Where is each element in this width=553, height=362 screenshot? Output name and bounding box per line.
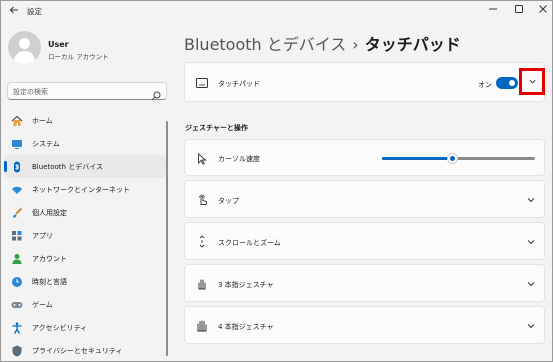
three-finger-card[interactable]: 3 本指ジェスチャ xyxy=(184,264,545,302)
search-box[interactable] xyxy=(7,82,167,101)
app-title: 設定 xyxy=(27,7,42,16)
sidebar-item-label: アクセシビリティ xyxy=(32,323,88,332)
sidebar-item-label: 個人用設定 xyxy=(32,208,67,217)
sidebar-item-personalization[interactable]: 個人用設定 xyxy=(4,201,166,224)
sidebar-item-time-language[interactable]: 時刻と言語 xyxy=(4,270,166,293)
sidebar-item-label: ゲーム xyxy=(32,300,53,309)
scroll-zoom-card[interactable]: スクロールとズーム xyxy=(184,222,545,260)
sidebar-item-network[interactable]: ネットワークとインターネット xyxy=(4,178,166,201)
network-icon xyxy=(11,184,23,196)
touchpad-label: タッチパッド xyxy=(218,80,260,88)
bluetooth-icon xyxy=(11,161,23,173)
cursor-speed-label: カーソル速度 xyxy=(218,155,260,163)
search-input[interactable] xyxy=(13,85,148,98)
gaming-icon xyxy=(11,299,23,311)
three-finger-icon xyxy=(195,277,208,290)
scroll-zoom-label: スクロールとズーム xyxy=(218,239,281,247)
close-button[interactable] xyxy=(527,1,553,17)
three-finger-label: 3 本指ジェスチャ xyxy=(218,281,274,289)
slider-thumb[interactable] xyxy=(446,153,458,164)
breadcrumb-separator: › xyxy=(352,35,359,54)
page-title: タッチパッド xyxy=(364,35,461,54)
sidebar-item-label: 時刻と言語 xyxy=(32,277,67,286)
touchpad-card[interactable]: タッチパッド オン xyxy=(184,62,545,102)
chevron-down-icon xyxy=(527,324,535,329)
cursor-speed-card: カーソル速度 xyxy=(184,139,545,176)
sidebar-item-label: アプリ xyxy=(32,231,53,240)
cursor-speed-slider[interactable] xyxy=(382,153,535,164)
apps-icon xyxy=(11,230,23,242)
shield-icon xyxy=(11,345,23,357)
tap-card[interactable]: タップ xyxy=(184,180,545,218)
sidebar-nav: ホーム システム Bluetooth とデバイス ネットワークとインターネット … xyxy=(4,109,166,362)
avatar-head xyxy=(19,38,30,49)
sidebar-item-home[interactable]: ホーム xyxy=(4,109,166,132)
accessibility-icon xyxy=(11,322,23,334)
back-arrow-icon[interactable] xyxy=(7,5,21,19)
sidebar-scrollbar[interactable] xyxy=(166,121,168,356)
brush-icon xyxy=(11,207,23,219)
expand-touchpad-button[interactable] xyxy=(519,68,545,95)
touchpad-icon xyxy=(195,76,208,89)
sidebar-item-label: ホーム xyxy=(32,116,53,125)
sidebar-item-label: アカウント xyxy=(32,254,67,263)
sidebar-item-accessibility[interactable]: アクセシビリティ xyxy=(4,316,166,339)
sidebar-item-gaming[interactable]: ゲーム xyxy=(4,293,166,316)
chevron-down-icon xyxy=(527,198,535,203)
chevron-down-icon xyxy=(527,240,535,245)
account-type: ローカル アカウント xyxy=(48,53,109,61)
gestures-section-title: ジェスチャーと操作 xyxy=(185,124,248,132)
home-icon xyxy=(11,115,23,127)
sidebar-item-privacy[interactable]: プライバシーとセキュリティ xyxy=(4,339,166,362)
sidebar-item-system[interactable]: システム xyxy=(4,132,166,155)
toggle-knob xyxy=(509,80,515,86)
sidebar-item-apps[interactable]: アプリ xyxy=(4,224,166,247)
tap-icon xyxy=(195,193,208,206)
breadcrumb-parent[interactable]: Bluetooth とデバイス xyxy=(184,35,346,54)
sidebar-item-bluetooth[interactable]: Bluetooth とデバイス xyxy=(4,155,166,178)
four-finger-card[interactable]: 4 本指ジェスチャ xyxy=(184,306,545,344)
account-icon xyxy=(11,253,23,265)
system-icon xyxy=(11,138,23,150)
chevron-down-icon xyxy=(528,79,536,84)
four-finger-label: 4 本指ジェスチャ xyxy=(218,323,274,331)
title-bar: 設定 xyxy=(1,1,552,23)
avatar-body xyxy=(14,51,35,64)
settings-window: 設定 User ローカル アカウント ホーム xyxy=(0,0,553,362)
user-name: User xyxy=(48,40,69,49)
toggle-state-text: オン xyxy=(478,81,492,89)
breadcrumb: Bluetooth とデバイス › タッチパッド xyxy=(184,31,461,55)
slider-fill xyxy=(382,157,453,160)
sidebar-item-label: Bluetooth とデバイス xyxy=(32,162,103,171)
touchpad-toggle[interactable] xyxy=(496,77,518,89)
time-language-icon xyxy=(11,276,23,288)
sidebar-item-label: システム xyxy=(32,139,60,148)
avatar[interactable] xyxy=(8,31,41,64)
sidebar-item-label: プライバシーとセキュリティ xyxy=(32,346,123,355)
sidebar-item-label: ネットワークとインターネット xyxy=(32,185,130,194)
cursor-icon xyxy=(195,152,208,165)
four-finger-icon xyxy=(195,319,208,332)
chevron-down-icon xyxy=(527,282,535,287)
tap-label: タップ xyxy=(218,197,239,205)
scroll-icon xyxy=(195,235,208,248)
sidebar-item-accounts[interactable]: アカウント xyxy=(4,247,166,270)
search-icon[interactable] xyxy=(151,86,161,101)
